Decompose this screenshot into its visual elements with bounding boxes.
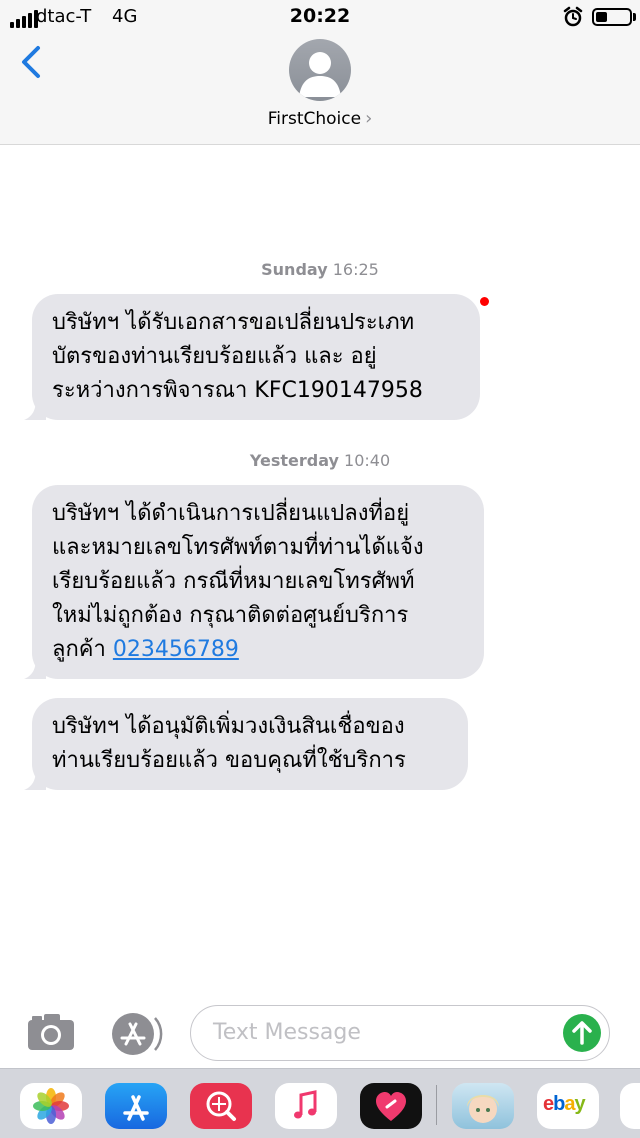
message-line: บริษัทฯ ได้ดำเนินการเปลี่ยนแปลงที่อยู่ xyxy=(52,501,410,526)
partial-app-button[interactable] xyxy=(620,1083,640,1129)
message-text: ลูกค้า xyxy=(52,637,106,662)
message-line: ระหว่างการพิจารณา KFC190147958 xyxy=(52,378,423,403)
ebay-app-button[interactable]: ebay xyxy=(537,1083,599,1129)
timestamp-time: 10:40 xyxy=(344,451,391,470)
timestamp-day: Yesterday xyxy=(249,451,339,470)
search-app-button[interactable] xyxy=(190,1083,252,1129)
message-timestamp: Yesterday 10:40 xyxy=(0,451,640,470)
photos-icon xyxy=(33,1088,69,1124)
phone-number-link[interactable]: 023456789 xyxy=(113,637,239,662)
heart-app-icon xyxy=(376,1092,406,1121)
app-drawer: ebay xyxy=(0,1068,640,1138)
alarm-icon xyxy=(563,6,583,27)
message-line: บริษัทฯ ได้รับเอกสารขอเปลี่ยนประเภท xyxy=(52,310,415,335)
ebay-icon: ebay xyxy=(543,1093,586,1115)
app-store-button[interactable] xyxy=(107,1010,163,1058)
message-line: บริษัทฯ ได้อนุมัติเพิ่มวงเงินสินเชื่อของ xyxy=(52,714,405,739)
arrow-up-icon xyxy=(572,1021,592,1045)
timestamp-day: Sunday xyxy=(261,260,328,279)
status-time: 20:22 xyxy=(289,5,351,27)
timestamp-time: 16:25 xyxy=(332,260,379,279)
music-app-button[interactable] xyxy=(275,1083,337,1129)
camera-button[interactable] xyxy=(24,1010,78,1054)
bubble-tail xyxy=(24,768,46,790)
app-store-icon xyxy=(112,1013,163,1055)
game-avatar-icon xyxy=(467,1095,499,1123)
message-bubble[interactable]: บริษัทฯ ได้ดำเนินการเปลี่ยนแปลงที่อยู่ แ… xyxy=(24,485,484,679)
message-bubble[interactable]: บริษัทฯ ได้รับเอกสารขอเปลี่ยนประเภท บัตร… xyxy=(24,294,480,420)
bubble-tail xyxy=(24,398,46,420)
drawer-divider xyxy=(436,1085,437,1125)
photos-app-button[interactable] xyxy=(20,1083,82,1129)
message-line: ลูกค้า 023456789 xyxy=(52,633,462,667)
game-app-button[interactable] xyxy=(452,1083,514,1129)
battery-tip xyxy=(633,13,636,21)
app-store-app-button[interactable] xyxy=(105,1083,167,1129)
unread-indicator xyxy=(480,297,489,306)
message-bubble[interactable]: บริษัทฯ ได้อนุมัติเพิ่มวงเงินสินเชื่อของ… xyxy=(24,698,468,790)
message-line: และหมายเลขโทรศัพท์ตามที่ท่านได้แจ้ง xyxy=(52,535,424,560)
chevron-left-icon xyxy=(22,46,40,78)
status-bar: dtac-T 4G 20:22 xyxy=(0,0,640,36)
back-button[interactable] xyxy=(12,42,52,82)
contact-avatar[interactable] xyxy=(289,39,351,101)
contact-name-button[interactable]: FirstChoice › xyxy=(0,108,640,129)
message-line: เรียบร้อยแล้ว กรณีที่หมายเลขโทรศัพท์ xyxy=(52,569,415,594)
send-button[interactable] xyxy=(563,1014,601,1052)
contact-name: FirstChoice xyxy=(267,109,362,129)
person-silhouette-icon xyxy=(299,52,341,97)
music-icon xyxy=(294,1090,317,1119)
battery-icon xyxy=(592,8,632,26)
message-timestamp: Sunday 16:25 xyxy=(0,260,640,279)
chevron-right-icon: › xyxy=(365,108,373,129)
message-input-placeholder: Text Message xyxy=(213,1020,361,1045)
bubble-tail xyxy=(24,657,46,679)
message-line: บัตรของท่านเรียบร้อยแล้ว และ อยู่ xyxy=(52,344,377,369)
app-store-icon xyxy=(123,1095,149,1121)
heart-app-button[interactable] xyxy=(360,1083,422,1129)
camera-icon xyxy=(28,1014,74,1050)
search-app-icon xyxy=(206,1091,236,1121)
message-line: ท่านเรียบร้อยแล้ว ขอบคุณที่ใช้บริการ xyxy=(52,748,406,773)
message-input[interactable]: Text Message xyxy=(190,1005,610,1061)
battery-level xyxy=(596,12,607,22)
message-line: ใหม่ไม่ถูกต้อง กรุณาติดต่อศูนย์บริการ xyxy=(52,603,409,628)
